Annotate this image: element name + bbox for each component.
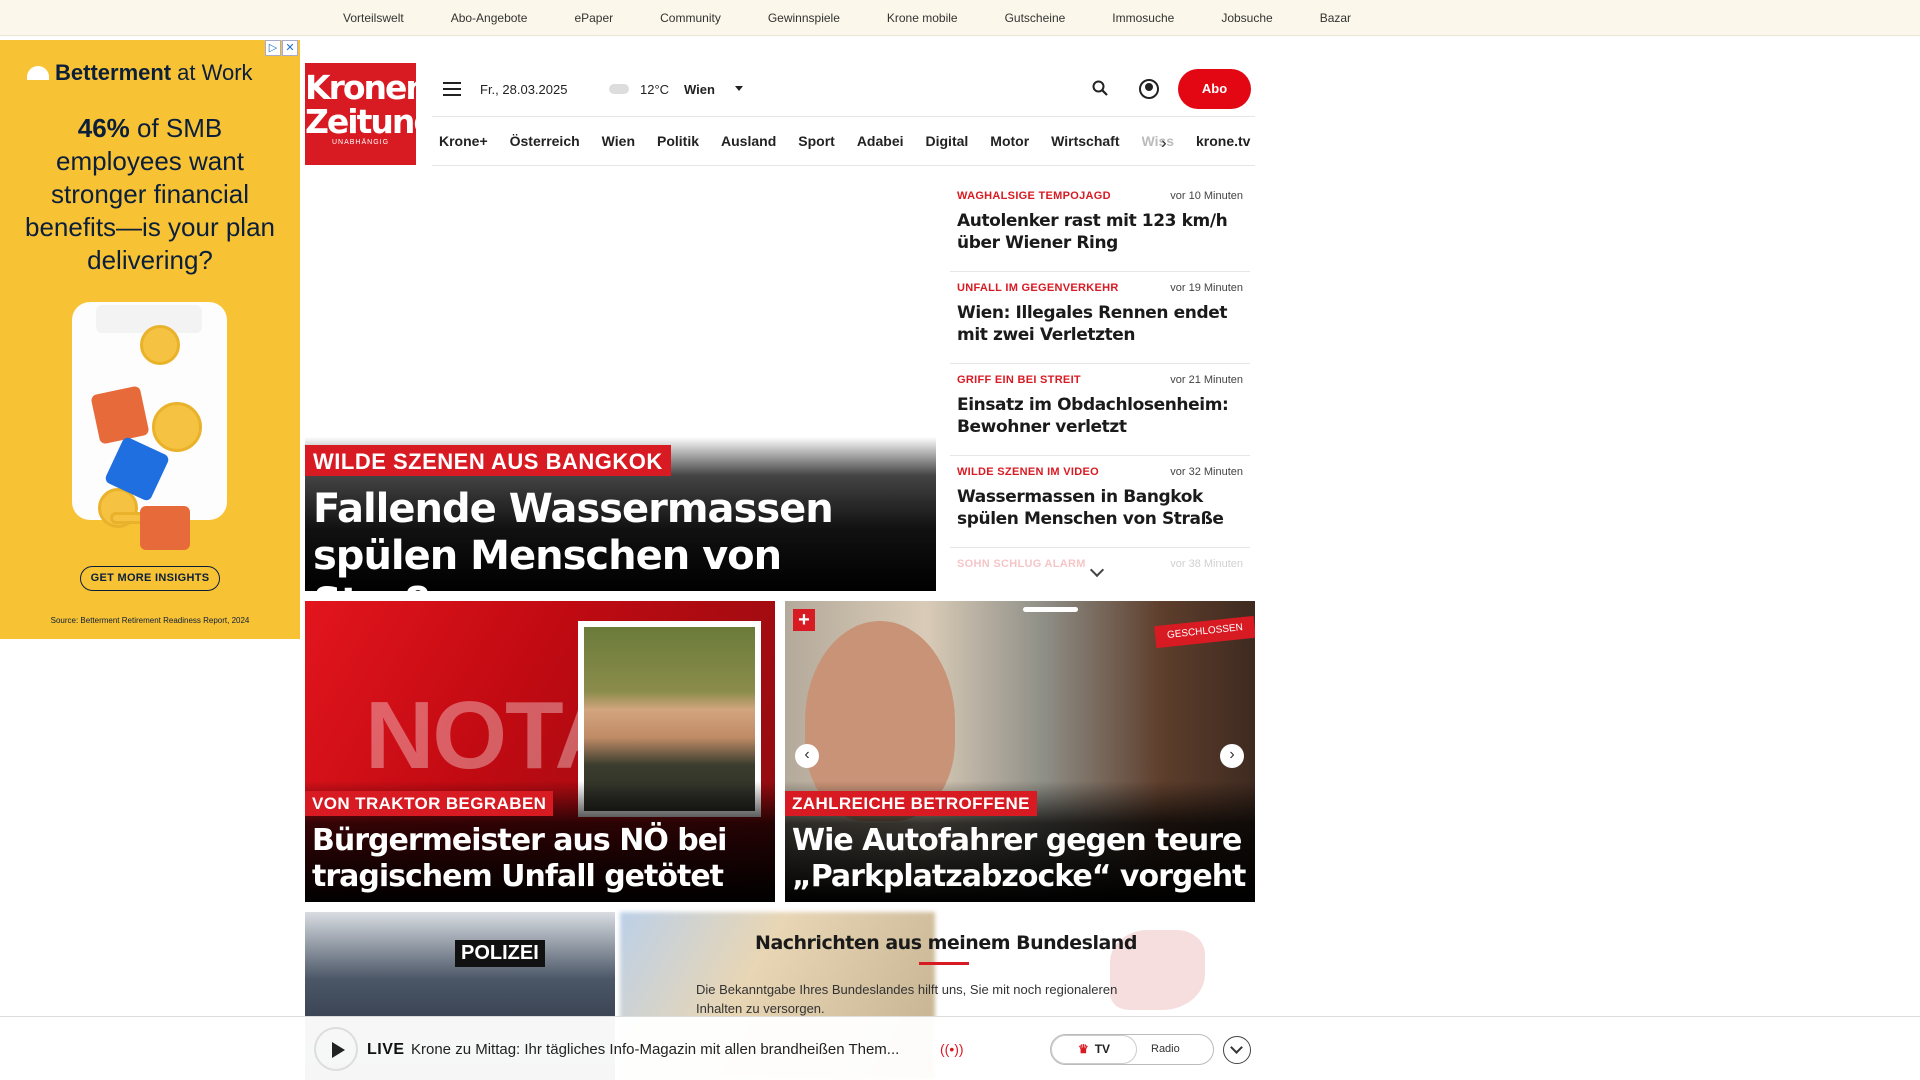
ad-headline: 46% of SMB employees want stronger finan…: [20, 112, 280, 277]
topbar-link-community[interactable]: Community: [660, 11, 721, 25]
nav-item-ausland[interactable]: Ausland: [721, 133, 776, 149]
tv-radio-switch[interactable]: ♛ TV Radio: [1050, 1034, 1214, 1065]
topbar-link-epaper[interactable]: ePaper: [574, 11, 613, 25]
ticker-item[interactable]: WAGHALSIGE TEMPOJAGD vor 10 Minuten Auto…: [950, 180, 1250, 272]
tv-toggle[interactable]: ♛ TV: [1051, 1035, 1137, 1064]
top-utility-bar: Vorteilswelt Abo-Angebote ePaper Communi…: [0, 0, 1920, 36]
topbar-link-gewinnspiele[interactable]: Gewinnspiele: [768, 11, 840, 25]
apple-tile-icon: [90, 385, 150, 445]
carousel-next-icon[interactable]: ›: [1220, 744, 1244, 768]
nav-item-adabei[interactable]: Adabei: [857, 133, 904, 149]
ticker-time: vor 19 Minuten: [1170, 282, 1243, 294]
ticker-item[interactable]: WILDE SZENEN IM VIDEO vor 32 Minuten Was…: [950, 456, 1250, 548]
ticker-time: vor 32 Minuten: [1170, 466, 1243, 478]
chevron-down-icon[interactable]: [1223, 1036, 1251, 1064]
current-date: Fr., 28.03.2025: [480, 82, 568, 97]
ticker-time: vor 10 Minuten: [1170, 190, 1243, 202]
topbar-link-krone-mobile[interactable]: Krone mobile: [887, 11, 958, 25]
card-kicker: ZAHLREICHE BETROFFENE: [785, 791, 1037, 816]
crown-icon: ♛: [1077, 1042, 1089, 1056]
hero-kicker: WILDE SZENEN AUS BANGKOK: [305, 445, 671, 476]
topbar-link-gutscheine[interactable]: Gutscheine: [1005, 11, 1066, 25]
topbar-link-bazar[interactable]: Bazar: [1320, 11, 1351, 25]
topbar-link-jobsuche[interactable]: Jobsuche: [1221, 11, 1272, 25]
bundesland-text: Die Bekanntgabe Ihres Bundeslandes hilft…: [696, 982, 1118, 1016]
city-selector[interactable]: Wien: [684, 82, 715, 97]
topbar-link-vorteilswelt[interactable]: Vorteilswelt: [343, 11, 404, 25]
kronen-zeitung-logo[interactable]: Kronen Zeitung UNABHÄNGIG: [305, 63, 437, 165]
nav-item-motor[interactable]: Motor: [990, 133, 1029, 149]
ticker-time: vor 38 Minuten: [1170, 558, 1243, 570]
ticker-headline[interactable]: Autolenker rast mit 123 km/h über Wiener…: [957, 210, 1243, 254]
ticker-item[interactable]: GRIFF EIN BEI STREIT vor 21 Minuten Eins…: [950, 364, 1250, 456]
temperature: 12°C: [640, 82, 670, 97]
radio-toggle[interactable]: Radio: [1151, 1035, 1180, 1064]
sun-logo-icon: [27, 66, 49, 80]
card-title[interactable]: Wie Autofahrer gegen teure „Parkplatzabz…: [792, 823, 1252, 895]
adchoices-icon[interactable]: ▷: [265, 40, 281, 56]
hamburger-icon[interactable]: [443, 82, 461, 96]
live-program-title[interactable]: Krone zu Mittag: Ihr tägliches Info-Maga…: [411, 1041, 929, 1058]
bundesland-title: Nachrichten aus meinem Bundesland: [755, 932, 1137, 954]
article-card-carousel[interactable]: GESCHLOSSEN + ‹ › ZAHLREICHE BETROFFENE …: [785, 601, 1255, 902]
article-card[interactable]: NOTAR VON TRAKTOR BEGRABEN Bürgermeister…: [305, 601, 775, 902]
logo-line-1: Kronen: [305, 68, 429, 107]
caret-down-icon[interactable]: [735, 86, 743, 91]
logo-line-2: Zeitung: [305, 102, 437, 141]
tv-label: TV: [1094, 1042, 1111, 1056]
card-title[interactable]: Bürgermeister aus NÖ bei tragischem Unfa…: [312, 823, 772, 895]
police-label: POLIZEI: [455, 940, 545, 967]
nav-item-digital[interactable]: Digital: [926, 133, 969, 149]
ticker-headline[interactable]: Wassermassen in Bangkok spülen Menschen …: [957, 486, 1243, 530]
carousel-prev-icon[interactable]: ‹: [795, 744, 819, 768]
nav-item-politik[interactable]: Politik: [657, 133, 699, 149]
ticker-time: vor 21 Minuten: [1170, 374, 1243, 386]
ticker-headline[interactable]: Wien: Illegales Rennen endet mit zwei Ve…: [957, 302, 1243, 346]
ad-headline-text: of SMB employees want stronger financial…: [24, 113, 276, 275]
cash-tile-icon: [140, 506, 190, 550]
topbar-link-abo-angebote[interactable]: Abo-Angebote: [451, 11, 528, 25]
live-player-bar: LIVE Krone zu Mittag: Ihr tägliches Info…: [0, 1016, 1920, 1080]
ticker-item[interactable]: UNFALL IM GEGENVERKEHR vor 19 Minuten Wi…: [950, 272, 1250, 364]
nav-item-wissen[interactable]: Wiss: [1142, 133, 1175, 149]
live-label: LIVE: [367, 1041, 405, 1058]
geschlossen-sign: GESCHLOSSEN: [1154, 615, 1255, 649]
ad-brand: Betterment at Work: [27, 60, 253, 86]
get-more-insights-button[interactable]: GET MORE INSIGHTS: [80, 566, 220, 591]
coin-icon: [152, 402, 202, 452]
radio-wave-icon: ((•)): [940, 1041, 964, 1057]
nav-item-wirtschaft[interactable]: Wirtschaft: [1051, 133, 1119, 149]
play-icon[interactable]: [314, 1027, 358, 1071]
chevron-right-icon[interactable]: ›: [1161, 133, 1167, 153]
abo-button[interactable]: Abo: [1178, 69, 1251, 109]
adchoices[interactable]: ▷ ✕: [264, 40, 298, 56]
main-navigation: Krone+ Österreich Wien Politik Ausland S…: [432, 116, 1255, 166]
nav-item-oesterreich[interactable]: Österreich: [510, 133, 580, 149]
user-account-icon[interactable]: [1139, 79, 1159, 99]
ad-brand-name: Betterment: [55, 60, 172, 85]
krone-plus-icon: +: [793, 609, 815, 631]
betterment-ad[interactable]: ▷ ✕ Betterment at Work 46% of SMB employ…: [0, 40, 300, 639]
nav-item-krone-plus[interactable]: Krone+: [439, 133, 488, 149]
ad-source-note: Source: Betterment Retirement Readiness …: [50, 616, 250, 625]
ad-brand-suffix: at Work: [177, 60, 253, 85]
nav-item-wien[interactable]: Wien: [602, 133, 635, 149]
search-icon[interactable]: [1092, 80, 1108, 96]
card-kicker: VON TRAKTOR BEGRABEN: [305, 791, 554, 816]
nav-item-krone-tv[interactable]: krone.tv: [1196, 133, 1250, 149]
ticker-headline[interactable]: Einsatz im Obdachlosenheim: Bewohner ver…: [957, 394, 1243, 438]
title-underline: [919, 962, 969, 965]
carousel-indicator[interactable]: [1023, 607, 1078, 612]
topbar-link-immosuche[interactable]: Immosuche: [1112, 11, 1174, 25]
news-ticker: WAGHALSIGE TEMPOJAGD vor 10 Minuten Auto…: [950, 180, 1250, 576]
cloud-icon: [609, 84, 629, 94]
coin-icon: [140, 325, 180, 365]
hero-article[interactable]: WILDE SZENEN AUS BANGKOK Fallende Wasser…: [305, 437, 936, 626]
close-icon[interactable]: ✕: [282, 40, 298, 56]
nav-item-sport[interactable]: Sport: [798, 133, 835, 149]
ad-headline-stat: 46%: [77, 113, 130, 143]
